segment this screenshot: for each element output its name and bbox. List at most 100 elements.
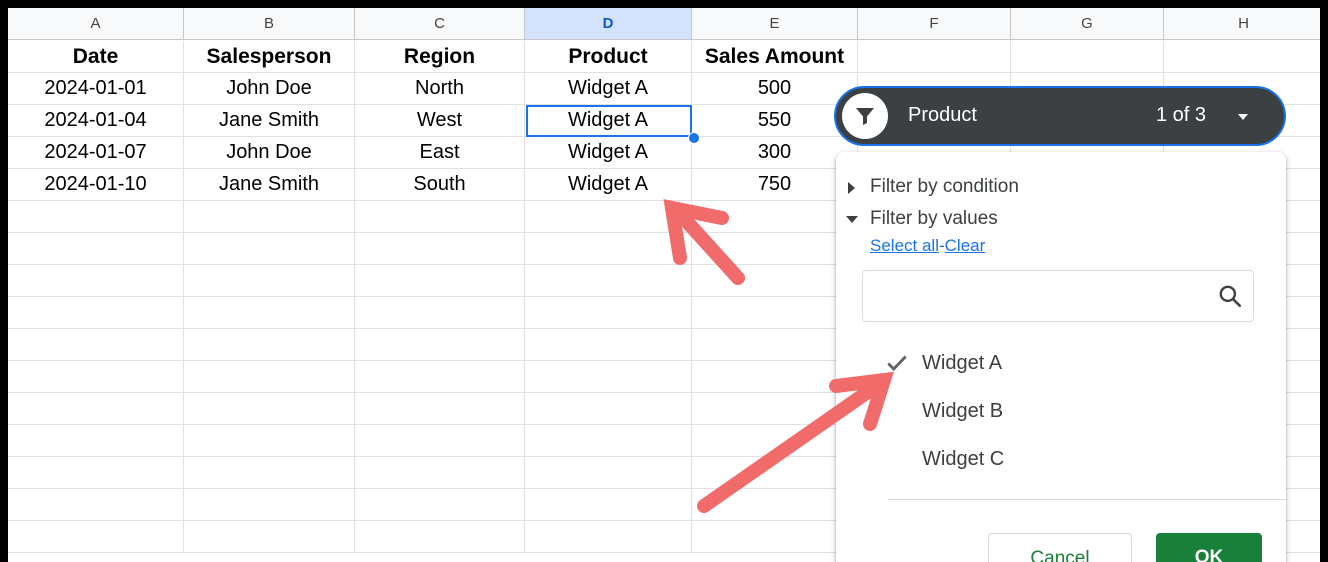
empty-cell[interactable] xyxy=(355,425,525,457)
empty-cell[interactable] xyxy=(692,329,858,361)
empty-cell[interactable] xyxy=(184,489,355,521)
column-header-f[interactable]: F xyxy=(858,8,1011,40)
filter-by-condition-toggle[interactable]: Filter by condition xyxy=(848,176,1019,198)
funnel-icon[interactable] xyxy=(842,93,888,139)
value-option-widget-c[interactable]: Widget C xyxy=(836,446,1286,476)
data-cell[interactable]: 2024-01-07 xyxy=(8,137,184,169)
empty-cell[interactable] xyxy=(184,361,355,393)
value-search-input[interactable] xyxy=(871,279,1205,315)
column-header-a[interactable]: A xyxy=(8,8,184,40)
header-cell[interactable]: Date xyxy=(8,41,184,73)
data-cell[interactable]: Widget A xyxy=(525,73,692,105)
data-cell[interactable]: North xyxy=(355,73,525,105)
column-header-c[interactable]: C xyxy=(355,8,525,40)
empty-cell[interactable] xyxy=(692,393,858,425)
empty-cell[interactable] xyxy=(8,489,184,521)
column-header-b[interactable]: B xyxy=(184,8,355,40)
column-header-d[interactable]: D xyxy=(525,8,692,40)
data-cell[interactable]: John Doe xyxy=(184,73,355,105)
empty-cell[interactable] xyxy=(355,521,525,553)
empty-cell[interactable] xyxy=(525,457,692,489)
value-option-widget-a[interactable]: Widget A xyxy=(836,350,1286,380)
data-cell[interactable]: West xyxy=(355,105,525,137)
data-cell[interactable]: Widget A xyxy=(525,169,692,201)
data-cell[interactable]: 750 xyxy=(692,169,858,201)
data-cell[interactable]: Jane Smith xyxy=(184,169,355,201)
clear-link[interactable]: Clear xyxy=(945,236,986,255)
data-cell[interactable]: Widget A xyxy=(525,137,692,169)
empty-cell[interactable] xyxy=(1164,41,1320,73)
empty-cell[interactable] xyxy=(355,297,525,329)
empty-cell[interactable] xyxy=(525,361,692,393)
empty-cell[interactable] xyxy=(8,457,184,489)
data-cell[interactable]: 550 xyxy=(692,105,858,137)
empty-cell[interactable] xyxy=(184,425,355,457)
empty-cell[interactable] xyxy=(692,297,858,329)
empty-cell[interactable] xyxy=(355,265,525,297)
empty-cell[interactable] xyxy=(8,233,184,265)
value-search-box[interactable] xyxy=(862,270,1254,322)
data-cell[interactable]: South xyxy=(355,169,525,201)
empty-cell[interactable] xyxy=(355,489,525,521)
header-cell[interactable]: Product xyxy=(525,41,692,73)
empty-cell[interactable] xyxy=(858,41,1011,73)
header-cell[interactable]: Sales Amount xyxy=(692,41,858,73)
empty-cell[interactable] xyxy=(692,521,858,553)
empty-cell[interactable] xyxy=(525,521,692,553)
empty-cell[interactable] xyxy=(525,297,692,329)
data-cell[interactable]: John Doe xyxy=(184,137,355,169)
empty-cell[interactable] xyxy=(184,233,355,265)
empty-cell[interactable] xyxy=(525,393,692,425)
empty-cell[interactable] xyxy=(692,457,858,489)
data-cell[interactable]: 2024-01-04 xyxy=(8,105,184,137)
caret-down-icon[interactable] xyxy=(1238,114,1248,120)
select-all-link[interactable]: Select all xyxy=(870,236,939,255)
column-header-h[interactable]: H xyxy=(1164,8,1320,40)
empty-cell[interactable] xyxy=(184,297,355,329)
empty-cell[interactable] xyxy=(355,201,525,233)
empty-cell[interactable] xyxy=(355,361,525,393)
empty-cell[interactable] xyxy=(692,201,858,233)
empty-cell[interactable] xyxy=(184,329,355,361)
empty-cell[interactable] xyxy=(525,265,692,297)
data-cell[interactable]: 2024-01-10 xyxy=(8,169,184,201)
empty-cell[interactable] xyxy=(1011,41,1164,73)
empty-cell[interactable] xyxy=(525,233,692,265)
empty-cell[interactable] xyxy=(8,393,184,425)
empty-cell[interactable] xyxy=(355,233,525,265)
filter-by-values-toggle[interactable]: Filter by values xyxy=(846,208,998,230)
data-cell[interactable]: 2024-01-01 xyxy=(8,73,184,105)
empty-cell[interactable] xyxy=(525,489,692,521)
empty-cell[interactable] xyxy=(692,489,858,521)
empty-cell[interactable] xyxy=(8,361,184,393)
column-header-g[interactable]: G xyxy=(1011,8,1164,40)
empty-cell[interactable] xyxy=(184,457,355,489)
empty-cell[interactable] xyxy=(355,393,525,425)
empty-cell[interactable] xyxy=(8,521,184,553)
empty-cell[interactable] xyxy=(8,297,184,329)
empty-cell[interactable] xyxy=(184,393,355,425)
data-cell[interactable]: 300 xyxy=(692,137,858,169)
empty-cell[interactable] xyxy=(525,201,692,233)
ok-button[interactable]: OK xyxy=(1156,533,1262,562)
data-cell[interactable]: Jane Smith xyxy=(184,105,355,137)
value-option-widget-b[interactable]: Widget B xyxy=(836,398,1286,428)
empty-cell[interactable] xyxy=(184,521,355,553)
empty-cell[interactable] xyxy=(525,425,692,457)
empty-cell[interactable] xyxy=(8,329,184,361)
empty-cell[interactable] xyxy=(692,361,858,393)
header-cell[interactable]: Salesperson xyxy=(184,41,355,73)
empty-cell[interactable] xyxy=(184,201,355,233)
empty-cell[interactable] xyxy=(8,425,184,457)
empty-cell[interactable] xyxy=(525,329,692,361)
data-cell[interactable]: 500 xyxy=(692,73,858,105)
filter-header-pill[interactable]: Product 1 of 3 xyxy=(834,86,1286,146)
empty-cell[interactable] xyxy=(184,265,355,297)
empty-cell[interactable] xyxy=(355,329,525,361)
fill-handle[interactable] xyxy=(688,132,700,144)
filter-selection-count[interactable]: 1 of 3 xyxy=(1156,104,1206,127)
empty-cell[interactable] xyxy=(692,425,858,457)
empty-cell[interactable] xyxy=(8,201,184,233)
empty-cell[interactable] xyxy=(355,457,525,489)
empty-cell[interactable] xyxy=(8,265,184,297)
